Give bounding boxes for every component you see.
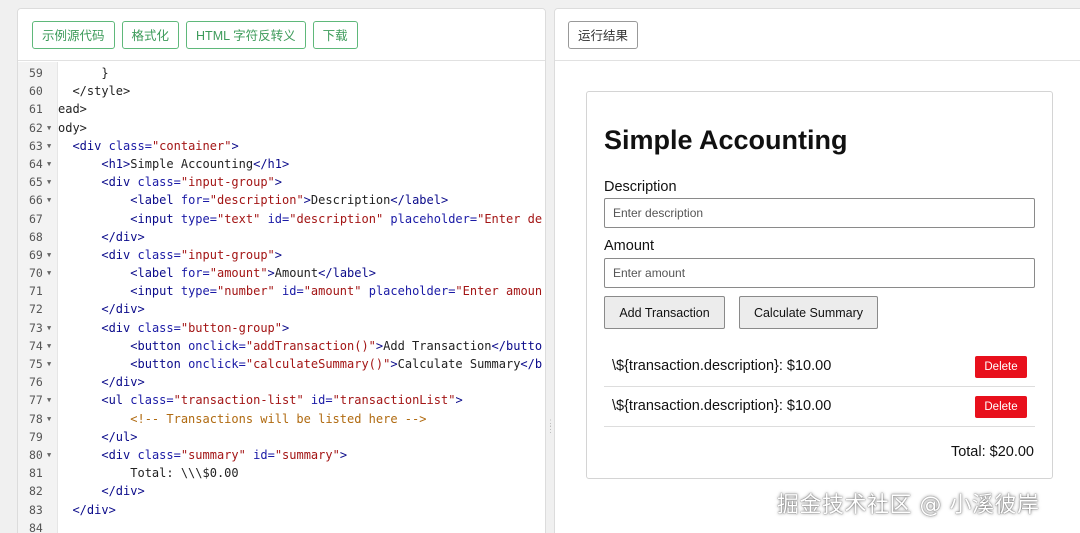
delete-button[interactable]: Delete [975,356,1027,378]
preview-toolbar: 运行结果 [555,9,1080,61]
fold-arrow-icon[interactable]: ▼ [47,191,51,209]
fold-arrow-icon[interactable]: ▼ [47,137,51,155]
transaction-item: \${transaction.description}: $10.00 Dele… [604,387,1035,427]
fold-arrow-icon[interactable]: ▼ [47,337,51,355]
code-line: Total: \\\$0.00 [58,466,239,481]
code-line: ead> [58,102,87,117]
line-number: 71 [29,284,43,299]
line-number: 77 ▼ [18,391,57,409]
line-number: 76 [29,375,43,390]
code-line: <div class="input-group"> [101,247,283,262]
code-editor[interactable]: 59 60 61 62 ▼ 63 ▼ 64 ▼ 65 ▼ 66 ▼ 67 68 69 ▼ 70 ▼ 71 72 73 ▼ 74… [18,62,545,533]
line-number: 84 [29,520,43,533]
line-number: 74 ▼ [18,337,57,355]
line-number: 82 [29,484,43,499]
code-line: </div> [101,302,145,317]
line-number: 70 ▼ [18,264,57,282]
calculate-summary-button[interactable]: Calculate Summary [739,296,878,329]
code-line: </div> [101,229,145,244]
code-line: </div> [101,375,145,390]
html-unescape-button[interactable]: HTML 字符反转义 [186,20,306,49]
code-line: <div class="input-group"> [101,175,283,190]
fold-arrow-icon[interactable]: ▼ [47,319,51,337]
run-result-button[interactable]: 运行结果 [568,20,639,49]
fold-arrow-icon[interactable]: ▼ [47,246,51,264]
code-line: <button onclick="calculateSummary()">Cal… [130,357,543,371]
line-number: 61 [29,102,43,117]
delete-button[interactable]: Delete [975,396,1027,418]
code-line: ody> [58,120,87,135]
summary-total: Total: $20.00 [950,444,1034,460]
watermark-text: 掘金技术社区 @ 小溪彼岸 [777,493,1040,518]
code-line: <ul class="transaction-list" id="transac… [101,393,463,408]
code-line: <!-- Transactions will be listed here --… [130,411,427,426]
fold-arrow-icon[interactable]: ▼ [47,355,51,373]
line-number: 72 [29,302,43,317]
fold-arrow-icon[interactable]: ▼ [47,119,51,137]
fold-arrow-icon[interactable]: ▼ [47,446,51,464]
fold-arrow-icon[interactable]: ▼ [47,173,51,191]
download-button[interactable]: 下载 [312,20,358,49]
fold-arrow-icon[interactable]: ▼ [47,410,51,428]
line-number: 62 ▼ [18,119,57,137]
sample-source-button[interactable]: 示例源代码 [32,20,115,49]
line-number-gutter: 59 60 61 62 ▼ 63 ▼ 64 ▼ 65 ▼ 66 ▼ 67 68 69 ▼ 70 ▼ 71 72 73 ▼ 74… [18,62,58,533]
line-number: 66 ▼ [18,191,57,209]
fold-arrow-icon[interactable]: ▼ [47,391,51,409]
line-number: 64 ▼ [18,155,57,173]
code-line: </div> [72,502,116,517]
code-line: <div class="summary" id="summary"> [101,447,348,462]
accounting-app-container: Simple Accounting Description Amount Add… [586,91,1053,479]
line-number: 69 ▼ [18,246,57,264]
code-line: <label for="description">Description</la… [130,193,449,208]
format-button[interactable]: 格式化 [121,20,180,49]
preview-panel: 运行结果 Simple Accounting Description Amoun… [554,8,1080,533]
transaction-text: \${transaction.description}: $10.00 [612,358,832,374]
code-line: <label for="amount">Amount</label> [130,266,376,281]
code-line: } [58,66,109,80]
editor-toolbar: 示例源代码 格式化 HTML 字符反转义 下载 [18,9,545,61]
line-number: 79 [29,429,43,444]
line-number: 59 [29,66,43,80]
transaction-text: \${transaction.description}: $10.00 [612,398,832,414]
amount-label: Amount [604,238,654,254]
add-transaction-button[interactable]: Add Transaction [604,296,725,329]
page-title: Simple Accounting [604,125,848,155]
fold-arrow-icon[interactable]: ▼ [47,264,51,282]
code-line: </div> [101,484,145,499]
line-number: 75 ▼ [18,355,57,373]
code-line: <input type="number" id="amount" placeho… [130,284,543,299]
code-area[interactable]: } </style> ead> ody> <div class="container… [58,62,545,533]
line-number: 73 ▼ [18,319,57,337]
transaction-item: \${transaction.description}: $10.00 Dele… [604,347,1035,387]
line-number: 65 ▼ [18,173,57,191]
line-number: 63 ▼ [18,137,57,155]
panel-splitter-handle[interactable]: ⋮ ⋮ [546,419,555,440]
line-number: 81 [29,466,43,481]
amount-input[interactable] [604,258,1035,288]
code-line: <div class="button-group"> [101,320,290,335]
line-number: 68 [29,229,43,244]
code-line: <div class="container"> [72,138,239,153]
code-line: <button onclick="addTransaction()">Add T… [130,338,543,353]
code-line: <input type="text" id="description" plac… [130,211,543,226]
code-editor-panel: 示例源代码 格式化 HTML 字符反转义 下载 59 60 61 62 ▼ 63 ▼ 64 ▼ 6… [17,8,546,533]
line-number: 83 [29,502,43,517]
line-number: 78 ▼ [18,410,57,428]
description-label: Description [604,179,677,195]
code-line: </ul> [101,429,138,444]
line-number: 60 [29,84,43,99]
code-line: <h1>Simple Accounting</h1> [101,156,290,171]
description-input[interactable] [604,198,1035,228]
line-number: 67 [29,211,43,226]
fold-arrow-icon[interactable]: ▼ [47,155,51,173]
code-line: </style> [58,84,131,99]
line-number: 80 ▼ [18,446,57,464]
